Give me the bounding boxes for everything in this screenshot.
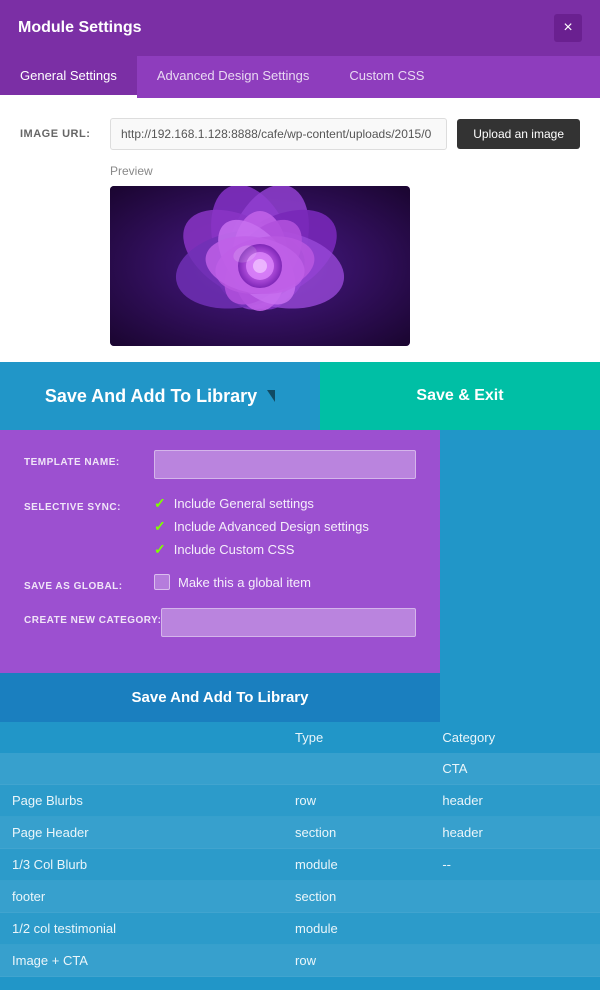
template-name-input[interactable] [154, 450, 416, 479]
row-name: Image + CTA [0, 945, 283, 977]
module-header: Module Settings × [0, 0, 600, 56]
row-type: row [283, 945, 430, 977]
col-header-type: Type [283, 722, 430, 753]
row-type: row [283, 785, 430, 817]
save-and-exit-button[interactable]: Save & Exit [320, 362, 600, 430]
table-row[interactable]: Page Blurbs row header [0, 785, 600, 817]
action-buttons-row: Save And Add To Library Save & Exit [0, 362, 600, 430]
image-url-input[interactable] [110, 118, 447, 150]
save-and-add-to-library-button[interactable]: Save And Add To Library [0, 362, 320, 430]
save-global-label: SAVE AS GLOBAL: [24, 574, 154, 592]
new-category-row: CREATE NEW CATEGORY: [24, 608, 416, 637]
library-table: Type Category CTA Page Blurbs row header… [0, 722, 600, 977]
global-checkbox[interactable]: Make this a global item [154, 574, 311, 590]
settings-body: IMAGE URL: Upload an image Preview [0, 98, 600, 362]
row-name [0, 753, 283, 785]
selective-sync-label: SELECTIVE SYNC: [24, 495, 154, 513]
image-url-label: IMAGE URL: [20, 128, 100, 140]
row-category: CTA [430, 753, 600, 785]
save-library-panel-button[interactable]: Save And Add To Library [0, 673, 440, 722]
save-global-row: SAVE AS GLOBAL: Make this a global item [24, 574, 416, 592]
sync-option-css[interactable]: ✓ Include Custom CSS [154, 541, 369, 558]
tabs-bar: General Settings Advanced Design Setting… [0, 56, 600, 98]
close-button[interactable]: × [554, 14, 582, 42]
image-preview [110, 186, 410, 346]
template-name-label: TEMPLATE NAME: [24, 450, 154, 468]
table-header-row: Type Category [0, 722, 600, 753]
row-type: module [283, 913, 430, 945]
row-category [430, 945, 600, 977]
row-category: header [430, 817, 600, 849]
row-name: footer [0, 881, 283, 913]
table-body: CTA Page Blurbs row header Page Header s… [0, 753, 600, 977]
table-row[interactable]: Page Header section header [0, 817, 600, 849]
upload-image-button[interactable]: Upload an image [457, 119, 580, 149]
template-name-row: TEMPLATE NAME: [24, 450, 416, 479]
sync-option-advanced[interactable]: ✓ Include Advanced Design settings [154, 518, 369, 535]
col-header-category: Category [430, 722, 600, 753]
tab-advanced-design[interactable]: Advanced Design Settings [137, 56, 329, 98]
global-label-text: Make this a global item [178, 575, 311, 590]
row-name: 1/3 Col Blurb [0, 849, 283, 881]
col-header-name [0, 722, 283, 753]
table-row[interactable]: footer section [0, 881, 600, 913]
preview-label: Preview [110, 164, 580, 178]
table-row[interactable]: CTA [0, 753, 600, 785]
sync-options-group: ✓ Include General settings ✓ Include Adv… [154, 495, 369, 558]
row-type [283, 753, 430, 785]
row-name: Page Header [0, 817, 283, 849]
row-name: Page Blurbs [0, 785, 283, 817]
sync-option-general[interactable]: ✓ Include General settings [154, 495, 369, 512]
row-type: module [283, 849, 430, 881]
row-category [430, 881, 600, 913]
selective-sync-row: SELECTIVE SYNC: ✓ Include General settin… [24, 495, 416, 558]
check-advanced: ✓ [154, 518, 166, 535]
check-general: ✓ [154, 495, 166, 512]
row-category: -- [430, 849, 600, 881]
module-title: Module Settings [18, 19, 142, 37]
tab-general-settings[interactable]: General Settings [0, 56, 137, 98]
table-row[interactable]: Image + CTA row [0, 945, 600, 977]
new-category-input[interactable] [161, 608, 416, 637]
new-category-label: CREATE NEW CATEGORY: [24, 608, 161, 626]
module-settings-panel: Module Settings × General Settings Advan… [0, 0, 600, 362]
check-css: ✓ [154, 541, 166, 558]
row-category: header [430, 785, 600, 817]
global-checkbox-box[interactable] [154, 574, 170, 590]
tab-custom-css[interactable]: Custom CSS [329, 56, 444, 98]
library-save-panel: TEMPLATE NAME: SELECTIVE SYNC: ✓ Include… [0, 430, 440, 673]
image-url-row: IMAGE URL: Upload an image [20, 118, 580, 150]
row-type: section [283, 817, 430, 849]
row-category [430, 913, 600, 945]
table-row[interactable]: 1/2 col testimonial module [0, 913, 600, 945]
row-type: section [283, 881, 430, 913]
table-row[interactable]: 1/3 Col Blurb module -- [0, 849, 600, 881]
cursor-icon [267, 390, 275, 402]
library-table-area: Type Category CTA Page Blurbs row header… [0, 722, 600, 977]
row-name: 1/2 col testimonial [0, 913, 283, 945]
